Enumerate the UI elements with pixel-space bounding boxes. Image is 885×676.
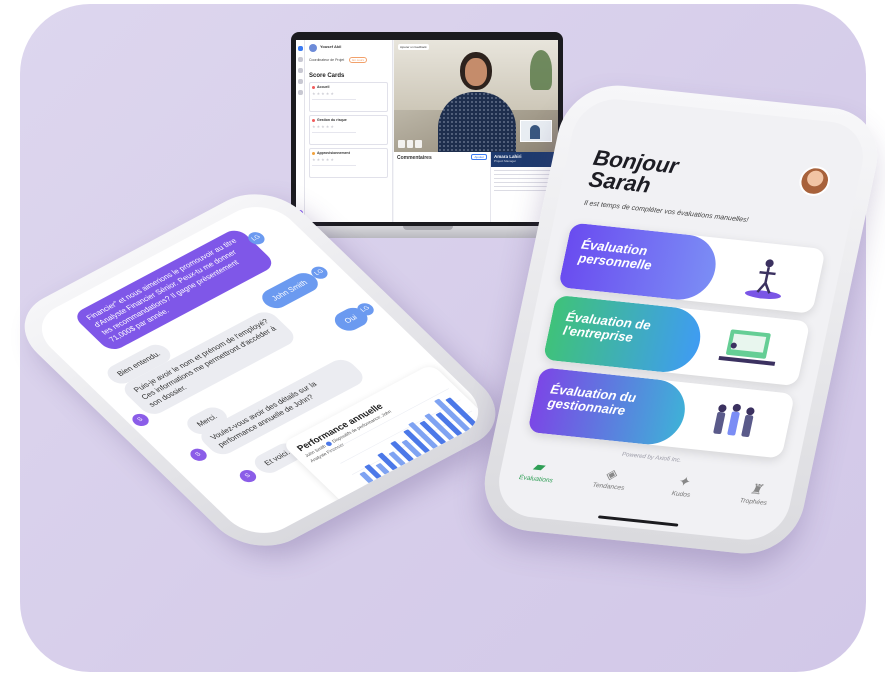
tab-bar: ▰ Évaluations ◈ Tendances ✦ Kudos ♜ Trop… (495, 450, 795, 525)
trend-icon: ◈ (604, 465, 619, 483)
user-name: Yousef Akil (320, 44, 342, 49)
scorecard-title: Accueil (317, 85, 330, 89)
home-indicator (597, 515, 679, 527)
camera-icon (406, 140, 414, 148)
tab-trophees[interactable]: ♜ Trophées (713, 473, 795, 526)
laptop-lid: Yousef Akil Coordinateur de Projet En co… (291, 32, 563, 226)
personal-illustration (744, 259, 781, 299)
greeting: Bonjour Sarah (586, 145, 681, 198)
star-icon: ✦ (676, 472, 692, 490)
search-icon[interactable] (297, 68, 303, 73)
status-dot (312, 151, 315, 155)
settings-icon[interactable] (297, 90, 303, 95)
manager-illustration (713, 403, 755, 437)
trophy-icon: ♜ (748, 480, 765, 498)
video-call: Ajouter un feedback (394, 40, 558, 152)
tab-tendances[interactable]: ◈ Tendances (568, 458, 650, 511)
scorecard-sidebar: Yousef Akil Coordinateur de Projet En co… (305, 40, 393, 222)
clipboard-icon: ▰ (531, 457, 546, 475)
company-illustration (718, 329, 776, 366)
laptop-screen: Yousef Akil Coordinateur de Projet En co… (296, 40, 558, 222)
add-comment-button[interactable]: Ajouter (471, 154, 487, 160)
mic-icon (398, 140, 405, 148)
status-dot (312, 118, 315, 122)
scorecard[interactable]: Approvisionnement ★★★★★ (309, 148, 388, 178)
comments-panel: Commentaires Ajouter (394, 152, 490, 222)
document-icon[interactable] (297, 57, 303, 62)
breadcrumb-label: Coordinateur de Projet (309, 58, 345, 62)
rating-stars[interactable]: ★★★★★ (312, 91, 385, 96)
profile-avatar[interactable] (796, 164, 833, 198)
scorecard[interactable]: Gestion du risque ★★★★★ (309, 115, 388, 145)
profile-header: Amara Lahiri Project Manager (491, 152, 558, 167)
profile-role: Project Manager (494, 159, 517, 163)
app-rail (296, 40, 305, 222)
scorecard-title: Approvisionnement (317, 151, 350, 155)
bot-avatar: S (129, 411, 153, 429)
tab-evaluations[interactable]: ▰ Évaluations (495, 450, 577, 503)
rating-stars[interactable]: ★★★★★ (312, 157, 385, 162)
page-title: Score Cards (309, 73, 345, 79)
bot-avatar: S (187, 446, 211, 464)
breadcrumb: Coordinateur de Projet En cours (309, 57, 388, 63)
people-icon[interactable] (297, 79, 303, 84)
tab-label: Évaluations (518, 474, 554, 485)
plant-image (530, 50, 552, 90)
home-icon[interactable] (297, 46, 303, 51)
tab-kudos[interactable]: ✦ Kudos (640, 466, 722, 519)
scorecard-title: Gestion du risque (317, 118, 347, 122)
end-call-icon (415, 140, 423, 148)
avatar (309, 44, 317, 52)
call-controls[interactable] (398, 140, 423, 148)
status-badge: En cours (349, 57, 368, 63)
self-view-thumbnail[interactable] (520, 120, 552, 142)
scorecard[interactable]: Accueil ★★★★★ (309, 82, 388, 112)
tab-label: Kudos (670, 490, 691, 499)
add-feedback-button[interactable]: Ajouter un feedback (398, 44, 429, 50)
status-dot (312, 85, 315, 89)
tab-label: Tendances (591, 481, 625, 492)
bot-avatar: S (236, 467, 260, 485)
tab-label: Trophées (739, 497, 768, 507)
rating-stars[interactable]: ★★★★★ (312, 124, 385, 129)
